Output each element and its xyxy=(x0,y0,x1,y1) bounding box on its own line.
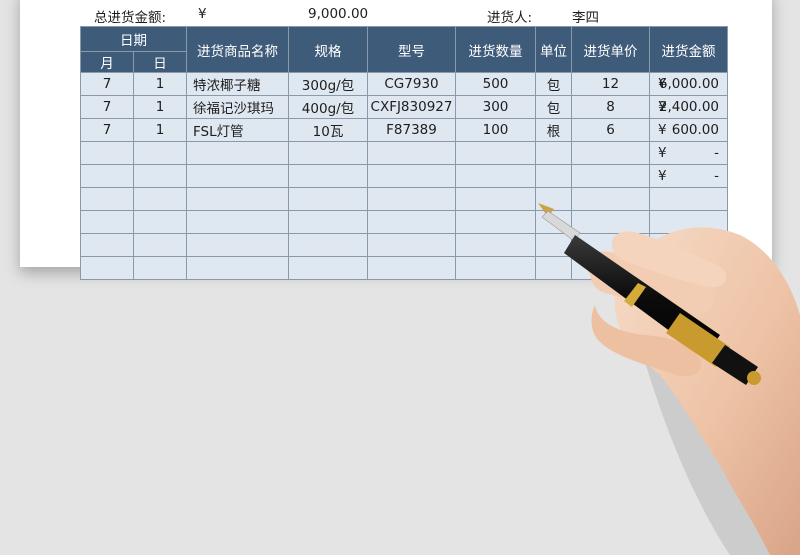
amount-value: 600.00 xyxy=(671,122,719,138)
cell-day[interactable] xyxy=(133,164,187,188)
cell-product-name[interactable]: 徐福记沙琪玛 xyxy=(186,95,289,119)
cell-product-name[interactable]: 特浓椰子糖 xyxy=(186,72,289,96)
total-amount-label: 总进货金额: xyxy=(94,10,167,26)
cell-unit-price[interactable]: 8 xyxy=(571,95,650,119)
table-row: ¥ - xyxy=(80,164,728,188)
cell-model[interactable] xyxy=(367,164,456,188)
cell-model[interactable] xyxy=(367,256,456,280)
amount-currency-symbol: ¥ xyxy=(658,122,667,138)
cell-product-name[interactable] xyxy=(186,256,289,280)
cell-product-name[interactable]: FSL灯管 xyxy=(186,118,289,142)
cell-amount[interactable]: ¥2,400.00 xyxy=(649,95,728,119)
cell-month[interactable] xyxy=(80,256,134,280)
cell-amount[interactable]: ¥6,000.00 xyxy=(649,72,728,96)
cell-month[interactable] xyxy=(80,210,134,234)
cell-product-name[interactable] xyxy=(186,210,289,234)
cell-day[interactable] xyxy=(133,210,187,234)
amount-value: 6,000.00 xyxy=(658,76,719,92)
cell-product-name[interactable] xyxy=(186,164,289,188)
cell-model[interactable] xyxy=(367,233,456,257)
quantity-header: 进货数量 xyxy=(455,26,536,73)
cell-spec[interactable] xyxy=(288,256,368,280)
cell-unit-price[interactable] xyxy=(571,141,650,165)
amount-value: - xyxy=(714,168,719,184)
amount-currency-symbol: ¥ xyxy=(658,168,667,184)
purchaser-name: 李四 xyxy=(572,10,599,26)
cell-unit-price[interactable]: 12 xyxy=(571,72,650,96)
cell-spec[interactable] xyxy=(288,233,368,257)
cell-quantity[interactable]: 500 xyxy=(455,72,536,96)
cell-product-name[interactable] xyxy=(186,141,289,165)
total-amount-value: 9,000.00 xyxy=(308,6,369,22)
cell-month[interactable] xyxy=(80,233,134,257)
amount-header: 进货金额 xyxy=(649,26,728,73)
cell-unit-price[interactable] xyxy=(571,164,650,188)
hand-holding-pen-image xyxy=(538,203,800,555)
cell-month[interactable] xyxy=(80,141,134,165)
date-header: 日期 xyxy=(80,26,187,52)
cell-day[interactable]: 1 xyxy=(133,72,187,96)
cell-unit[interactable]: 根 xyxy=(535,118,572,142)
unit-header: 单位 xyxy=(535,26,572,73)
table-row: ¥ - xyxy=(80,141,728,165)
cell-spec[interactable]: 300g/包 xyxy=(288,72,368,96)
model-header: 型号 xyxy=(367,26,456,73)
cell-model[interactable]: CG7930 xyxy=(367,72,456,96)
cell-day[interactable]: 1 xyxy=(133,118,187,142)
cell-month[interactable] xyxy=(80,164,134,188)
day-header: 日 xyxy=(133,51,187,73)
purchaser-label: 进货人: xyxy=(487,10,533,26)
month-header: 月 xyxy=(80,51,134,73)
cell-model[interactable] xyxy=(367,210,456,234)
cell-month[interactable]: 7 xyxy=(80,118,134,142)
cell-quantity[interactable]: 300 xyxy=(455,95,536,119)
amount-value: - xyxy=(714,145,719,161)
spec-header: 规格 xyxy=(288,26,368,73)
cell-day[interactable]: 1 xyxy=(133,95,187,119)
cell-model[interactable]: F87389 xyxy=(367,118,456,142)
summary-bar: 总进货金额: ¥ 9,000.00 进货人: 李四 xyxy=(20,0,772,26)
table-row: 7 1 特浓椰子糖 300g/包 CG7930 500 包 12 ¥6,000.00 xyxy=(80,72,728,96)
product-name-header: 进货商品名称 xyxy=(186,26,289,73)
amount-currency-symbol: ¥ xyxy=(658,145,667,161)
unit-price-header: 进货单价 xyxy=(571,26,650,73)
cell-unit[interactable]: 包 xyxy=(535,95,572,119)
cell-day[interactable] xyxy=(133,187,187,211)
cell-month[interactable]: 7 xyxy=(80,95,134,119)
cell-amount[interactable]: ¥ - xyxy=(649,164,728,188)
cell-unit-price[interactable]: 6 xyxy=(571,118,650,142)
cell-spec[interactable] xyxy=(288,141,368,165)
cell-spec[interactable] xyxy=(288,164,368,188)
cell-amount[interactable]: ¥600.00 xyxy=(649,118,728,142)
cell-model[interactable] xyxy=(367,187,456,211)
table-row: 7 1 徐福记沙琪玛 400g/包 CXFJ830927 300 包 8 ¥2,400.00 xyxy=(80,95,728,119)
total-currency-symbol: ¥ xyxy=(198,6,207,22)
cell-spec[interactable]: 10瓦 xyxy=(288,118,368,142)
cell-spec[interactable] xyxy=(288,187,368,211)
cell-model[interactable] xyxy=(367,141,456,165)
cell-day[interactable] xyxy=(133,141,187,165)
cell-quantity[interactable] xyxy=(455,164,536,188)
cell-day[interactable] xyxy=(133,233,187,257)
cell-month[interactable] xyxy=(80,187,134,211)
table-row: 7 1 FSL灯管 10瓦 F87389 100 根 6 ¥600.00 xyxy=(80,118,728,142)
cell-amount[interactable]: ¥ - xyxy=(649,141,728,165)
cell-day[interactable] xyxy=(133,256,187,280)
cell-product-name[interactable] xyxy=(186,233,289,257)
cell-month[interactable]: 7 xyxy=(80,72,134,96)
cell-spec[interactable] xyxy=(288,210,368,234)
cell-unit[interactable] xyxy=(535,164,572,188)
cell-quantity[interactable] xyxy=(455,141,536,165)
cell-spec[interactable]: 400g/包 xyxy=(288,95,368,119)
cell-quantity[interactable]: 100 xyxy=(455,118,536,142)
cell-product-name[interactable] xyxy=(186,187,289,211)
cell-unit[interactable]: 包 xyxy=(535,72,572,96)
cell-unit[interactable] xyxy=(535,141,572,165)
cell-model[interactable]: CXFJ830927 xyxy=(367,95,456,119)
amount-value: 2,400.00 xyxy=(658,99,719,115)
